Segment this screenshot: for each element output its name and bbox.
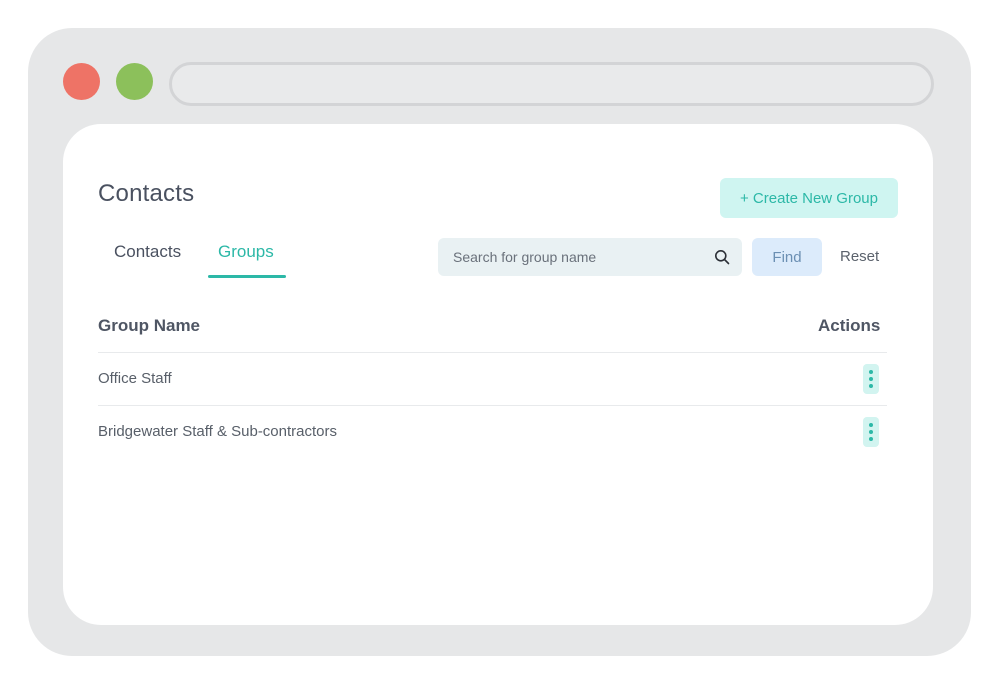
dot [869,437,873,441]
search-icon[interactable] [714,249,730,265]
tab-contacts[interactable]: Contacts [114,242,181,262]
maximize-window-dot[interactable] [116,63,153,100]
dot [869,377,873,381]
reset-button[interactable]: Reset [840,248,879,265]
group-row-name[interactable]: Bridgewater Staff & Sub-contractors [98,423,337,440]
dot [869,423,873,427]
dot [869,370,873,374]
search-box [438,238,742,276]
close-window-dot[interactable] [63,63,100,100]
table-header-divider [98,352,887,353]
group-row-name[interactable]: Office Staff [98,370,172,387]
row-divider [98,405,887,406]
column-header-group-name: Group Name [98,316,201,335]
address-bar[interactable] [169,62,934,106]
dot [869,430,873,434]
more-vertical-icon[interactable] [863,364,879,394]
tab-groups[interactable]: Groups [218,242,274,262]
column-header-actions: Actions [818,316,881,335]
page-title: Contacts [98,180,195,207]
search-input[interactable] [438,238,698,276]
dot [869,384,873,388]
find-button[interactable]: Find [752,238,822,276]
create-new-group-button[interactable]: + Create New Group [720,178,898,218]
more-vertical-icon[interactable] [863,417,879,447]
active-tab-indicator [208,275,286,278]
